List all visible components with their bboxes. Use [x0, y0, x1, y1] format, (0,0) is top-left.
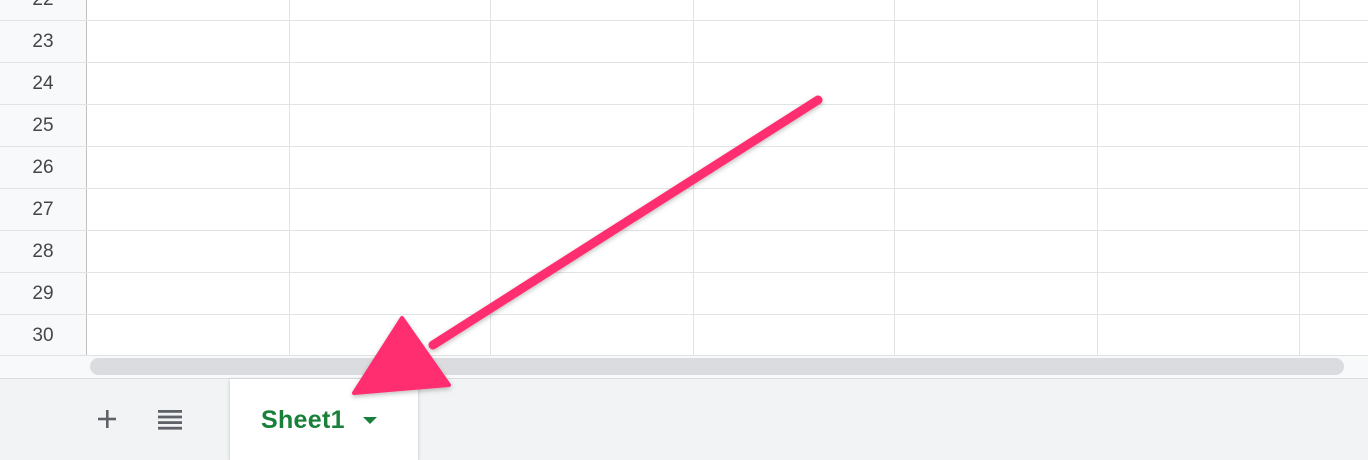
row-header[interactable]: 24	[0, 63, 87, 104]
row-header[interactable]: 28	[0, 231, 87, 272]
grid-row[interactable]: 27	[0, 189, 1368, 231]
sheet-tab-sheet1[interactable]: Sheet1	[230, 379, 418, 460]
all-sheets-button[interactable]	[148, 397, 192, 441]
row-number: 29	[32, 282, 54, 304]
grid-row[interactable]: 29	[0, 273, 1368, 315]
grid-row[interactable]: 30	[0, 315, 1368, 357]
menu-list-icon	[158, 410, 182, 430]
sheet-tab-bar: Sheet1	[0, 378, 1368, 460]
row-number: 22	[32, 0, 53, 11]
add-sheet-button[interactable]	[85, 397, 129, 441]
row-number: 30	[32, 324, 54, 346]
row-header[interactable]: 23	[0, 21, 87, 62]
grid-row[interactable]: 25	[0, 105, 1368, 147]
row-number: 25	[32, 114, 54, 136]
grid-row[interactable]: 24	[0, 63, 1368, 105]
row-header[interactable]: 30	[0, 315, 87, 356]
row-header[interactable]: 25	[0, 105, 87, 146]
row-number: 26	[32, 156, 54, 178]
plus-icon	[98, 410, 116, 428]
row-header[interactable]: 26	[0, 147, 87, 188]
sheet-tab-label: Sheet1	[261, 405, 345, 434]
row-number: 24	[32, 72, 54, 94]
spreadsheet-window: 22 23 24 25 26 27 28 29 30	[0, 0, 1368, 460]
grid-row[interactable]: 26	[0, 147, 1368, 189]
row-header[interactable]: 29	[0, 273, 87, 314]
sheet-grid[interactable]: 22 23 24 25 26 27 28 29 30	[0, 0, 1368, 378]
grid-row[interactable]: 22	[0, 0, 1368, 21]
row-number: 28	[32, 240, 54, 262]
horizontal-scrollbar-thumb[interactable]	[90, 358, 1344, 375]
row-header[interactable]: 27	[0, 189, 87, 230]
grid-row[interactable]: 23	[0, 21, 1368, 63]
caret-down-icon[interactable]	[362, 416, 377, 424]
row-number: 23	[32, 30, 54, 52]
row-header[interactable]: 22	[0, 0, 87, 20]
row-number: 27	[32, 198, 54, 220]
grid-row[interactable]: 28	[0, 231, 1368, 273]
